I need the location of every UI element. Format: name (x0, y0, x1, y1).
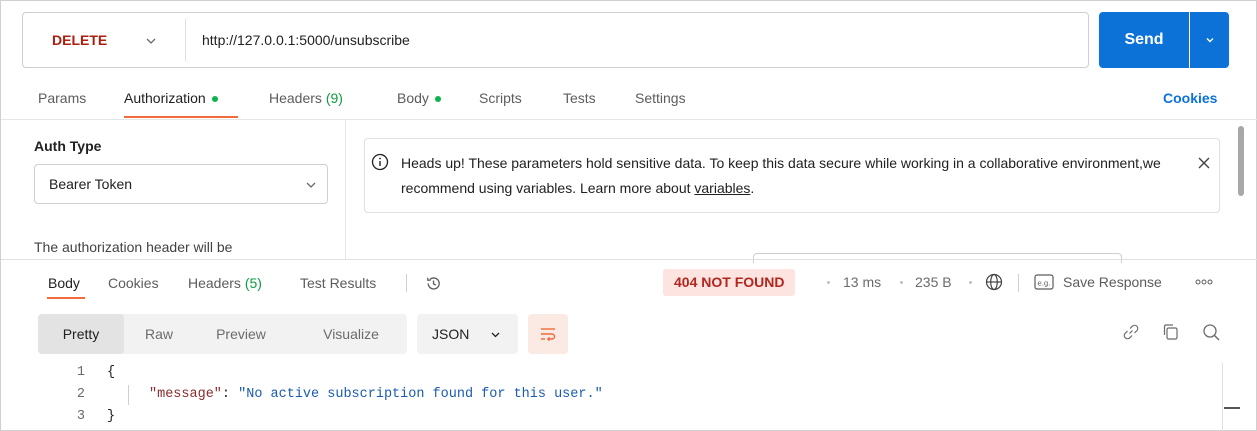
preview-button[interactable]: Preview (196, 314, 286, 354)
scroll-marker (1224, 407, 1240, 409)
url-input[interactable]: http://127.0.0.1:5000/unsubscribe (202, 13, 410, 67)
postman-request-panel: DELETE http://127.0.0.1:5000/unsubscribe… (0, 0, 1257, 431)
status-dot (211, 96, 218, 103)
tab-label: Params (38, 90, 87, 106)
tab-label: Scripts (479, 90, 522, 106)
response-time[interactable]: 13 ms (843, 269, 881, 296)
tab-count: (9) (325, 90, 343, 106)
link-icon[interactable] (1120, 321, 1142, 343)
json-key: "message" (149, 387, 222, 402)
code-content: "message": "No active subscription found… (149, 385, 603, 405)
info-icon (371, 153, 389, 171)
wrap-lines-icon (541, 328, 556, 342)
code-close-brace: } (107, 409, 116, 424)
raw-button[interactable]: Raw (128, 314, 190, 354)
tab-settings[interactable]: Settings (635, 81, 686, 119)
separator-dot (827, 281, 830, 284)
separator-dot (900, 281, 903, 284)
scrollbar[interactable] (1222, 363, 1223, 431)
line-number: 2 (76, 387, 85, 402)
pretty-button[interactable]: Pretty (38, 314, 124, 354)
tab-label: Settings (635, 90, 686, 106)
history-icon[interactable] (425, 275, 442, 292)
visualize-button[interactable]: Visualize (300, 314, 402, 354)
globe-icon[interactable] (985, 273, 1003, 291)
response-size[interactable]: 235 B (915, 269, 952, 296)
copy-icon[interactable] (1160, 321, 1182, 343)
divider (185, 19, 186, 61)
json-value: "No active subscription found for this u… (238, 387, 603, 402)
indent-guide (128, 385, 129, 405)
search-icon[interactable] (1200, 321, 1222, 343)
tab-test-results[interactable]: Test Results (300, 263, 376, 303)
method-select[interactable]: DELETE (23, 13, 183, 67)
token-input[interactable] (753, 253, 1122, 263)
format-value: JSON (432, 326, 470, 342)
pane-resize-handle[interactable] (1, 259, 1257, 260)
cookies-link[interactable]: Cookies (1163, 81, 1217, 119)
code-line: 1 { (1, 363, 1221, 383)
chevron-down-icon (146, 38, 156, 44)
code-line: 2 "message": "No active subscription fou… (1, 385, 1221, 405)
auth-type-label: Auth Type (34, 138, 102, 154)
tab-label: Headers (188, 275, 241, 291)
sensitive-data-notice: Heads up! These parameters hold sensitiv… (364, 138, 1220, 213)
tab-count: (5) (244, 275, 262, 291)
notice-message: Heads up! These parameters hold sensitiv… (401, 155, 1161, 196)
active-tab-indicator (47, 297, 85, 299)
send-button[interactable]: Send (1099, 12, 1189, 68)
auth-type-panel: Auth Type Bearer Token The authorization… (1, 120, 346, 259)
variables-link[interactable]: variables (694, 180, 750, 196)
notice-end: . (750, 180, 755, 196)
send-options-button[interactable] (1190, 12, 1229, 68)
tab-label: Authorization (124, 90, 206, 106)
tab-response-headers[interactable]: Headers (5) (188, 263, 262, 303)
chevron-down-icon (306, 182, 316, 188)
request-tabs: Params Authorization Headers (9) Body Sc… (1, 81, 1257, 119)
divider (1018, 274, 1019, 292)
tab-label: Body (397, 90, 429, 106)
response-body-editor[interactable]: 1 { 2 "message": "No active subscription… (1, 363, 1221, 431)
code-open-brace: { (107, 365, 116, 380)
close-icon[interactable] (1197, 156, 1211, 170)
notice-text: Heads up! These parameters hold sensitiv… (401, 151, 1161, 201)
chevron-down-icon (1206, 38, 1213, 43)
view-mode-group: Pretty Raw Preview Visualize (38, 314, 407, 354)
method-label: DELETE (52, 32, 108, 48)
save-response-button[interactable]: Save Response (1063, 269, 1162, 296)
wrap-lines-button[interactable] (528, 314, 568, 354)
example-icon: e.g. (1034, 274, 1054, 290)
request-bar: DELETE http://127.0.0.1:5000/unsubscribe (22, 12, 1089, 68)
status-dot (434, 96, 441, 103)
auth-description: The authorization header will be (34, 239, 233, 255)
active-tab-indicator (124, 116, 238, 118)
more-icon[interactable] (1194, 277, 1214, 287)
auth-type-value: Bearer Token (49, 176, 133, 192)
scrollbar[interactable] (1238, 126, 1244, 196)
format-select[interactable]: JSON (417, 314, 518, 354)
tab-tests[interactable]: Tests (563, 81, 596, 119)
tab-body[interactable]: Body (397, 81, 441, 119)
line-number: 1 (76, 365, 85, 380)
tab-response-cookies[interactable]: Cookies (108, 263, 159, 303)
divider (406, 274, 407, 292)
code-line: 3 } (1, 407, 1221, 427)
tab-label: Headers (269, 90, 322, 106)
tab-label: Tests (563, 90, 596, 106)
tab-params[interactable]: Params (38, 81, 86, 119)
tab-scripts[interactable]: Scripts (479, 81, 522, 119)
status-badge[interactable]: 404 NOT FOUND (663, 269, 796, 296)
chevron-down-icon (491, 332, 500, 338)
line-number: 3 (76, 409, 85, 424)
auth-type-select[interactable]: Bearer Token (34, 164, 328, 204)
tab-headers[interactable]: Headers (9) (269, 81, 343, 119)
tab-authorization[interactable]: Authorization (124, 81, 218, 119)
json-colon: : (221, 387, 239, 402)
svg-text:e.g.: e.g. (1037, 280, 1050, 288)
separator-dot (969, 281, 972, 284)
